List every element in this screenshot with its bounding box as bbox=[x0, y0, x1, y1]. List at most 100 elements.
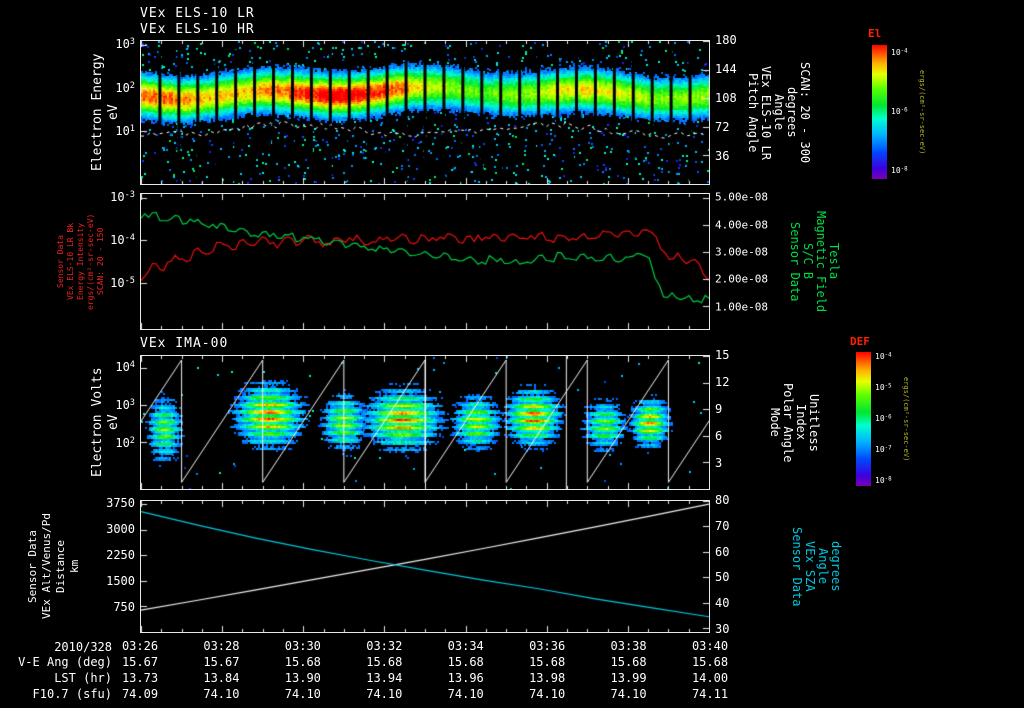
footer-value: 15.68 bbox=[691, 655, 729, 669]
right-axis-tick-label: 50 bbox=[715, 570, 730, 585]
y-axis-tick-label: 3750 bbox=[106, 496, 135, 511]
footer-value: 15.67 bbox=[121, 655, 159, 669]
time-tick-label: 03:32 bbox=[366, 639, 403, 653]
els-lr-title: VEx ELS-10 LR bbox=[140, 6, 255, 21]
vex-quicklook-display: VEx ELS-10 LR VEx ELS-10 HR VEx IMA-00 E… bbox=[0, 0, 1024, 708]
footer-value: 74.10 bbox=[284, 687, 321, 701]
y-axis-label: Electron Energy bbox=[90, 53, 105, 172]
right-axis-tick-label: 70 bbox=[715, 518, 730, 533]
footer-value: 74.10 bbox=[529, 687, 566, 701]
right-axis-label: Index bbox=[794, 404, 808, 441]
time-tick-label: 03:30 bbox=[284, 639, 321, 653]
canvas-els-energy-spectrogram bbox=[141, 41, 709, 184]
right-axis-tick-label: 5.00e-08 bbox=[715, 190, 768, 204]
right-axis-label: degrees bbox=[829, 541, 843, 592]
footer-row-label: F10.7 (sfu) bbox=[32, 687, 112, 701]
footer-value: 74.11 bbox=[691, 687, 729, 701]
ima-colorbar-tick-label: 10-7 bbox=[875, 444, 892, 454]
right-axis-tick-label: 108 bbox=[715, 91, 737, 105]
els-colorbar-tick-label: 10-8 bbox=[891, 165, 908, 175]
ima-colorbar-tick-label: 10-4 bbox=[875, 352, 892, 362]
y-axis-tick-label: 10-5 bbox=[110, 276, 135, 291]
ima-colorbar-tick-label: 10-6 bbox=[875, 414, 892, 423]
time-tick-label: 03:28 bbox=[203, 639, 240, 653]
time-tick-label: 03:34 bbox=[447, 639, 484, 653]
y-axis-label: Electron Volts bbox=[90, 367, 105, 478]
y-axis-label: ergs/(cm²-sr-sec-eV) bbox=[86, 213, 95, 310]
y-axis-label: km bbox=[68, 559, 81, 574]
footer-value: 74.10 bbox=[366, 687, 403, 701]
right-axis-tick-label: 6 bbox=[715, 429, 723, 443]
right-axis-tick-label: 3 bbox=[715, 456, 723, 470]
right-axis-label: VEx ELS-10 LR bbox=[759, 65, 773, 160]
right-axis-label: Angle bbox=[816, 548, 830, 585]
y-axis-tick-label: 3000 bbox=[106, 522, 135, 537]
footer-value: 74.09 bbox=[121, 687, 159, 701]
right-axis-tick-label: 30 bbox=[715, 622, 730, 636]
footer-value: 15.67 bbox=[203, 655, 240, 669]
right-axis-label: VEx SZA bbox=[803, 541, 817, 592]
footer-row-label: V-E Ang (deg) bbox=[18, 655, 112, 669]
y-axis-label: SCAN: 20 - 150 bbox=[96, 227, 105, 296]
footer-value: 13.73 bbox=[121, 671, 159, 685]
footer-value: 13.90 bbox=[284, 671, 321, 685]
right-axis-tick-label: 36 bbox=[715, 149, 730, 163]
els-hr-title: VEx ELS-10 HR bbox=[140, 22, 255, 37]
panel-els-energy-spectrogram bbox=[140, 40, 710, 185]
right-axis-label: S/C B bbox=[801, 243, 815, 280]
right-axis-label: SCAN: 20 - 300 bbox=[798, 61, 812, 164]
els-colorbar-tick-label: 10-6 bbox=[891, 107, 908, 116]
footer-value: 15.68 bbox=[284, 655, 321, 669]
right-axis-tick-label: 180 bbox=[715, 33, 737, 47]
footer-value: 74.10 bbox=[447, 687, 484, 701]
time-tick-label: 03:36 bbox=[529, 639, 566, 653]
footer-value: 15.68 bbox=[610, 655, 647, 669]
right-axis-tick-label: 9 bbox=[715, 402, 723, 416]
right-axis-tick-label: 40 bbox=[715, 596, 730, 611]
time-tick-label: 03:38 bbox=[610, 639, 647, 653]
y-axis-label: VEx Alt/Venus/Pd bbox=[40, 513, 53, 620]
ima-colorbar bbox=[856, 352, 871, 486]
y-axis-tick-label: 2250 bbox=[106, 548, 135, 563]
canvas-altitude-and-sza bbox=[141, 501, 709, 632]
right-axis-label: Sensor Data bbox=[790, 526, 804, 607]
footer-value: 15.68 bbox=[529, 655, 566, 669]
els-colorbar-units: ergs/(cm²-sr-sec-eV) bbox=[918, 69, 926, 155]
date-label: 2010/328 bbox=[54, 640, 112, 654]
y-axis-tick-label: 10-4 bbox=[110, 232, 135, 247]
footer-value: 15.68 bbox=[447, 655, 484, 669]
els-colorbar-title: El bbox=[868, 27, 882, 40]
y-axis-label: Sensor Data bbox=[56, 235, 65, 288]
right-axis-label: Pitch Angle bbox=[746, 72, 760, 153]
footer-value: 74.10 bbox=[203, 687, 240, 701]
right-axis-label: Angle bbox=[772, 94, 786, 131]
footer-value: 13.84 bbox=[203, 671, 240, 685]
canvas-els-intensity-and-bfield bbox=[141, 194, 709, 329]
right-axis-tick-label: 1.00e-08 bbox=[715, 300, 768, 314]
y-axis-label: eV bbox=[106, 414, 121, 431]
ima-colorbar-tick-label: 10-8 bbox=[875, 475, 892, 485]
right-axis-tick-label: 12 bbox=[715, 375, 730, 389]
footer-value: 13.96 bbox=[447, 671, 484, 685]
footer-value: 15.68 bbox=[366, 655, 403, 669]
footer-row-label: LST (hr) bbox=[54, 671, 112, 685]
panel-altitude-and-sza bbox=[140, 500, 710, 633]
y-axis-tick-label: 1500 bbox=[106, 573, 135, 588]
right-axis-tick-label: 3.00e-08 bbox=[715, 245, 768, 259]
footer-value: 13.94 bbox=[366, 671, 403, 685]
y-axis-tick-label: 750 bbox=[113, 600, 135, 615]
right-axis-label: Mode bbox=[768, 408, 782, 437]
right-axis-label: Polar Angle bbox=[781, 382, 795, 463]
right-axis-label: degrees bbox=[785, 87, 799, 138]
right-axis-tick-label: 2.00e-08 bbox=[715, 272, 768, 286]
right-axis-tick-label: 80 bbox=[715, 493, 730, 507]
ima-title: VEx IMA-00 bbox=[140, 336, 229, 351]
right-axis-tick-label: 72 bbox=[715, 120, 730, 134]
ima-colorbar-units: ergs/(cm²-sr-sec-eV) bbox=[902, 376, 910, 462]
right-axis-label: Unitless bbox=[807, 393, 821, 452]
y-axis-label: Energy Intensity bbox=[76, 222, 85, 301]
ima-colorbar-title: DEF bbox=[850, 335, 870, 348]
panel-ima-spectrogram bbox=[140, 355, 710, 490]
panel-els-intensity-and-bfield bbox=[140, 193, 710, 330]
ima-colorbar-tick-label: 10-5 bbox=[875, 383, 892, 393]
